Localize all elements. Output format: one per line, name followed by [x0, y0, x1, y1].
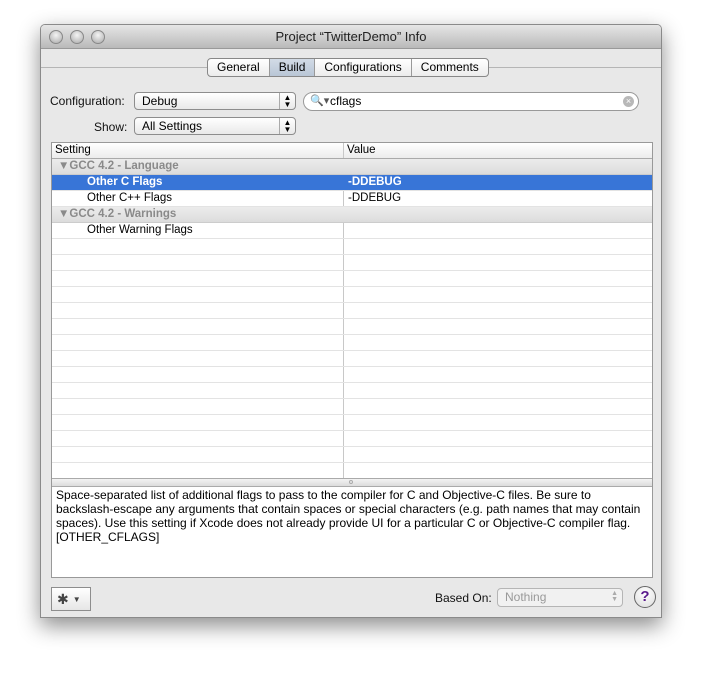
minimize-button[interactable] — [70, 30, 84, 44]
group-row[interactable]: ▼GCC 4.2 - Language — [52, 159, 652, 175]
table-header: Setting Value — [52, 143, 652, 159]
setting-value[interactable]: -DDEBUG — [344, 175, 652, 190]
based-on-popup[interactable]: Nothing ▲ ▼ — [497, 588, 623, 607]
action-menu-button[interactable]: ✱ ▼ — [51, 587, 91, 611]
setting-description: Space-separated list of additional flags… — [56, 488, 641, 544]
tab-bar: General Build Configurations Comments — [207, 58, 489, 77]
table-row[interactable]: Other C Flags -DDEBUG — [52, 175, 652, 191]
tab-configurations[interactable]: Configurations — [315, 59, 412, 76]
tab-general[interactable]: General — [208, 59, 270, 76]
empty-row — [52, 239, 652, 255]
clear-search-icon[interactable]: × — [623, 96, 634, 107]
empty-row — [52, 463, 652, 479]
group-row[interactable]: ▼GCC 4.2 - Warnings — [52, 207, 652, 223]
setting-value[interactable]: -DDEBUG — [344, 191, 652, 206]
empty-row — [52, 255, 652, 271]
title-bar: Project “TwitterDemo” Info — [41, 25, 661, 49]
configuration-value: Debug — [142, 94, 178, 108]
based-on-label: Based On: — [435, 591, 492, 605]
close-button[interactable] — [49, 30, 63, 44]
updown-arrows-icon: ▲ ▼ — [279, 93, 295, 109]
empty-row — [52, 415, 652, 431]
gear-icon: ✱ — [57, 591, 69, 607]
info-window: Project “TwitterDemo” Info General Build… — [40, 24, 662, 618]
empty-row — [52, 431, 652, 447]
empty-row — [52, 447, 652, 463]
table-row[interactable]: Other Warning Flags — [52, 223, 652, 239]
tab-comments[interactable]: Comments — [412, 59, 488, 76]
empty-row — [52, 383, 652, 399]
search-value: cflags — [330, 94, 362, 108]
chevron-down-icon: ▼ — [72, 595, 81, 605]
settings-table: Setting Value ▼GCC 4.2 - Language Other … — [51, 142, 653, 578]
setting-name: Other C Flags — [52, 175, 344, 190]
setting-name: Other Warning Flags — [52, 223, 344, 238]
column-header-setting[interactable]: Setting — [52, 143, 344, 158]
configuration-popup[interactable]: Debug ▲ ▼ — [134, 92, 296, 110]
updown-arrows-icon: ▲ ▼ — [279, 118, 295, 134]
empty-row — [52, 367, 652, 383]
split-view-divider[interactable] — [52, 478, 652, 487]
search-icon: 🔍▾ — [310, 95, 330, 107]
table-row[interactable]: Other C++ Flags -DDEBUG — [52, 191, 652, 207]
window-title: Project “TwitterDemo” Info — [275, 29, 427, 44]
based-on-value: Nothing — [505, 590, 547, 604]
help-button[interactable]: ? — [634, 586, 656, 608]
zoom-button[interactable] — [91, 30, 105, 44]
empty-row — [52, 287, 652, 303]
configuration-label: Configuration: — [50, 94, 125, 108]
empty-row — [52, 335, 652, 351]
column-header-value[interactable]: Value — [344, 143, 652, 158]
tab-build[interactable]: Build — [269, 59, 316, 76]
empty-row — [52, 351, 652, 367]
search-field[interactable]: 🔍▾ cflags × — [303, 92, 639, 111]
empty-row — [52, 399, 652, 415]
empty-row — [52, 303, 652, 319]
setting-name: Other C++ Flags — [52, 191, 344, 206]
empty-row — [52, 319, 652, 335]
show-popup[interactable]: All Settings ▲ ▼ — [134, 117, 296, 135]
show-value: All Settings — [142, 119, 203, 133]
updown-arrows-icon: ▲ ▼ — [611, 590, 618, 603]
setting-value[interactable] — [344, 223, 652, 238]
show-label: Show: — [94, 120, 128, 134]
empty-row — [52, 271, 652, 287]
